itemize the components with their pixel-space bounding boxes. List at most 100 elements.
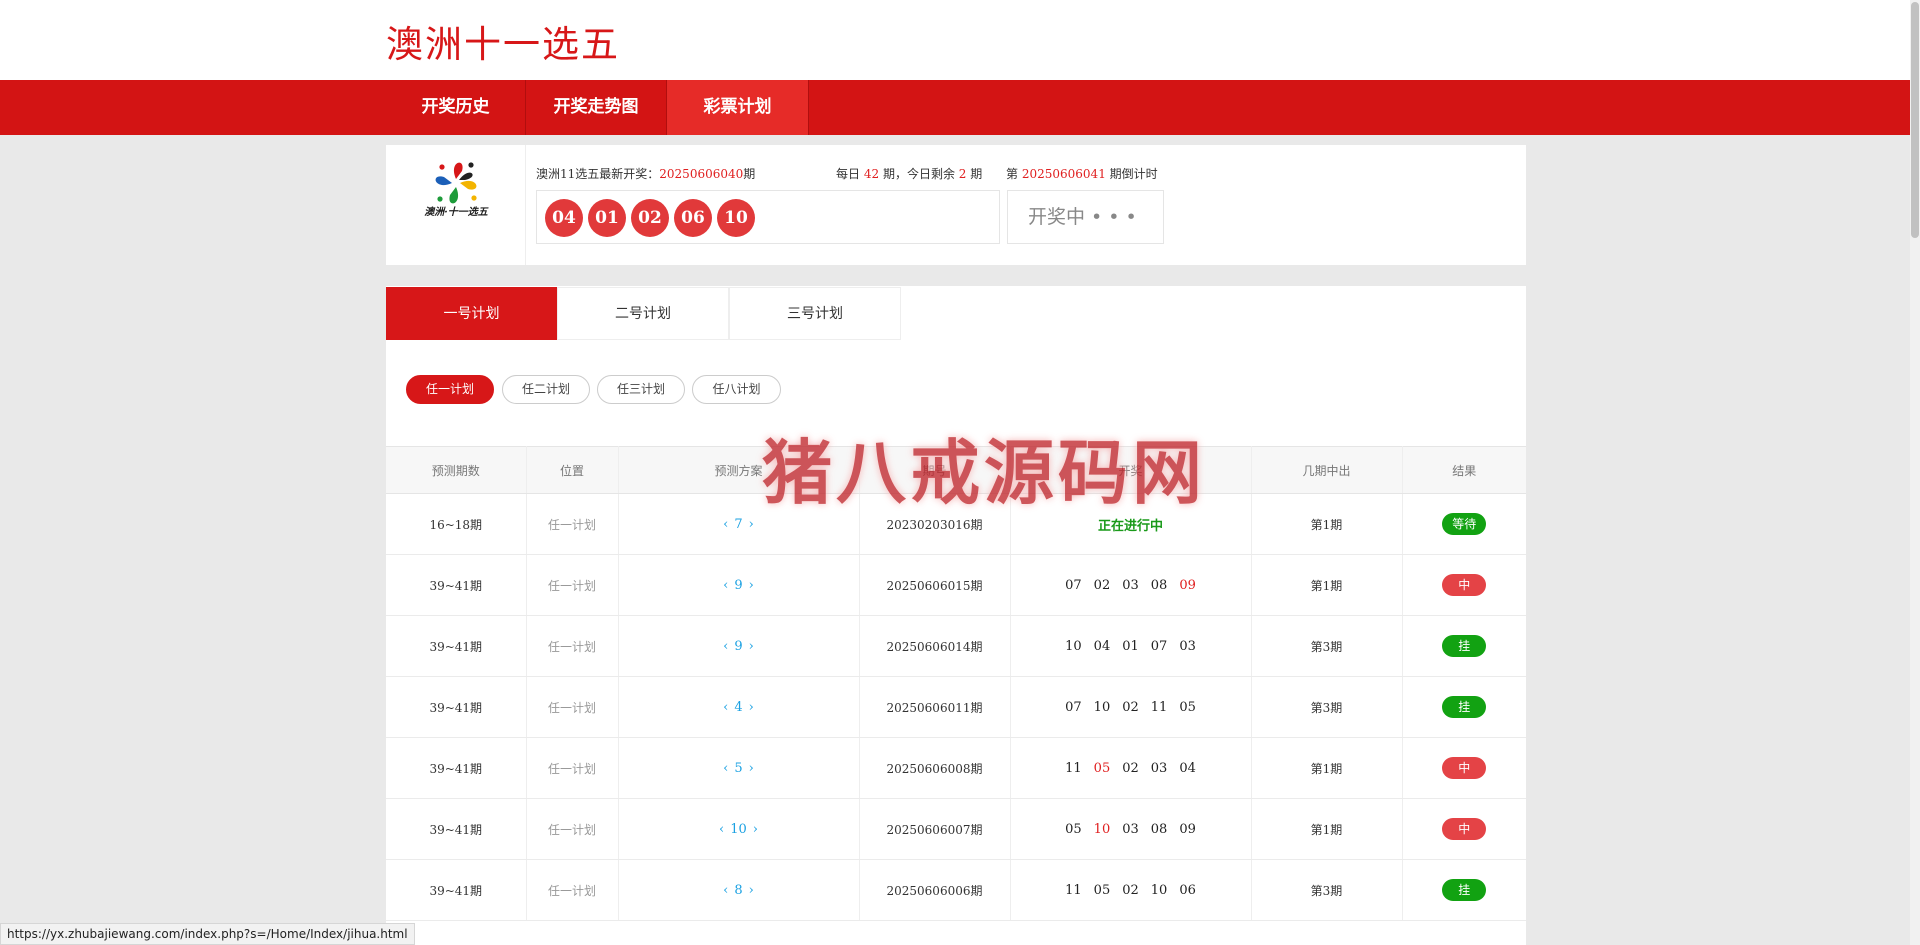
header-predict-range: 预测期数 [386, 446, 527, 494]
subtab-any-three[interactable]: 任三计划 [597, 375, 685, 404]
draw-number: 02 [1122, 699, 1139, 715]
prediction-cell: ‹ 4 › [618, 676, 860, 738]
subtab-any-one[interactable]: 任一计划 [406, 375, 494, 404]
draw-number: 09 [1179, 577, 1196, 593]
tab-plan-three[interactable]: 三号计划 [729, 287, 901, 340]
result-cell: 中 [1402, 798, 1526, 860]
header-hit-period: 几期中出 [1251, 446, 1403, 494]
chevron-left-icon: ‹ [723, 699, 729, 715]
main-nav: 开奖历史 开奖走势图 彩票计划 [0, 80, 1910, 135]
nav-item-trend-chart[interactable]: 开奖走势图 [526, 80, 667, 135]
prediction-cell: ‹ 9 › [618, 554, 860, 616]
draw-number: 06 [1179, 882, 1196, 898]
next-prefix: 第 [1006, 167, 1019, 181]
draw-number: 02 [1122, 760, 1139, 776]
draw-number: 11 [1065, 760, 1082, 776]
latest-draw-prefix: 澳洲11选五最新开奖： [536, 167, 660, 181]
predict-range-cell: 39~41期 [386, 615, 527, 677]
draw-numbers-cell: 07 02 03 08 09 [1010, 554, 1252, 616]
prediction-number: 10 [730, 821, 747, 837]
chevron-left-icon: ‹ [723, 638, 729, 654]
table-row: 39~41期 任一计划 ‹ 9 › 20250606015期 07 02 03 08 09 第1期 中 [386, 554, 1526, 616]
lottery-logo: 澳洲·十一选五 [386, 145, 526, 265]
draw-number: 03 [1150, 760, 1168, 776]
tab-plan-two[interactable]: 二号计划 [557, 287, 729, 340]
result-cell: 挂 [1402, 676, 1526, 738]
next-suffix: 期倒计时 [1109, 167, 1158, 181]
hit-period-cell: 第1期 [1251, 554, 1403, 616]
result-badge: 中 [1442, 757, 1487, 779]
chevron-left-icon: ‹ [719, 821, 725, 837]
draw-number: 07 [1065, 699, 1082, 715]
header-draw: 开奖 [1010, 446, 1252, 494]
prediction-number: 9 [734, 577, 743, 593]
chevron-left-icon: ‹ [723, 760, 729, 776]
issue-cell: 20250606008期 [859, 737, 1011, 799]
prediction-cell: ‹ 7 › [618, 493, 860, 555]
hit-period-cell: 第3期 [1251, 615, 1403, 677]
draw-number: 02 [1093, 577, 1111, 593]
chevron-left-icon: ‹ [723, 577, 729, 593]
issue-cell: 20250606007期 [859, 798, 1011, 860]
subtab-any-eight[interactable]: 任八计划 [692, 375, 781, 404]
prediction-cell: ‹ 8 › [618, 859, 860, 921]
daily-total: 42 [863, 167, 880, 181]
hit-period-cell: 第1期 [1251, 737, 1403, 799]
issue-cell: 20250606006期 [859, 859, 1011, 921]
draw-number: 02 [1122, 882, 1139, 898]
draw-number: 05 [1179, 699, 1196, 715]
daily-mid: 期，今日剩余 [882, 167, 955, 181]
vertical-scrollbar[interactable] [1910, 0, 1920, 945]
latest-draw-label: 澳洲11选五最新开奖：20250606040期 [536, 165, 755, 182]
nav-item-lottery-plan[interactable]: 彩票计划 [667, 80, 809, 135]
plan-panel: 一号计划 二号计划 三号计划 任一计划 任二计划 任三计划 任八计划 预测期数 … [386, 286, 1526, 945]
chevron-right-icon: › [748, 882, 754, 898]
position-cell: 任一计划 [526, 493, 619, 555]
site-title[interactable]: 澳洲十一选五 [386, 14, 620, 68]
draw-numbers-cell: 11 05 02 10 06 [1010, 859, 1252, 921]
table-row: 16~18期 任一计划 ‹ 7 › 20230203016期 正在进行中 第1期 等待 [386, 493, 1526, 555]
table-row: 39~41期 任一计划 ‹ 4 › 20250606011期 07 10 02 11 05 第3期 挂 [386, 676, 1526, 738]
draw-numbers-cell: 07 10 02 11 05 [1010, 676, 1252, 738]
plan-table: 预测期数 位置 预测方案 期号 开奖 几期中出 结果 16~18期 任一计划 ‹ 7 ›… [386, 446, 1526, 921]
draw-number: 07 [1150, 638, 1168, 654]
prediction-cell: ‹ 10 › [618, 798, 860, 860]
draw-number: 11 [1150, 699, 1168, 715]
draw-number: 10 [1093, 699, 1111, 715]
draw-number: 09 [1179, 821, 1196, 837]
draw-number: 10 [1065, 638, 1082, 654]
daily-remaining: 2 [958, 167, 967, 181]
table-row: 39~41期 任一计划 ‹ 8 › 20250606006期 11 05 02 10 06 第3期 挂 [386, 859, 1526, 921]
status-bar-url: https://yx.zhubajiewang.com/index.php?s=… [0, 923, 415, 945]
subtab-any-two[interactable]: 任二计划 [502, 375, 590, 404]
next-issue-number: 20250606041 [1021, 167, 1106, 181]
draw-number: 03 [1122, 577, 1139, 593]
prediction-number: 7 [734, 516, 743, 532]
scrollbar-thumb[interactable] [1911, 2, 1919, 238]
issue-cell: 20250606014期 [859, 615, 1011, 677]
prediction-cell: ‹ 9 › [618, 615, 860, 677]
position-cell: 任一计划 [526, 737, 619, 799]
position-cell: 任一计划 [526, 859, 619, 921]
nav-item-history[interactable]: 开奖历史 [386, 80, 526, 135]
result-cell: 挂 [1402, 859, 1526, 921]
header-issue: 期号 [859, 446, 1011, 494]
tab-plan-one[interactable]: 一号计划 [386, 287, 557, 340]
hit-period-cell: 第3期 [1251, 676, 1403, 738]
draw-numbers-cell: 正在进行中 [1010, 493, 1252, 555]
position-cell: 任一计划 [526, 615, 619, 677]
prediction-number: 8 [734, 882, 743, 898]
predict-range-cell: 39~41期 [386, 554, 527, 616]
winning-ball: 02 [631, 199, 669, 237]
result-badge: 挂 [1442, 635, 1487, 657]
draw-number: 05 [1093, 760, 1111, 776]
chevron-right-icon: › [748, 699, 754, 715]
winning-ball: 10 [717, 199, 755, 237]
draw-number: 04 [1179, 760, 1196, 776]
result-badge: 中 [1442, 574, 1487, 596]
chevron-right-icon: › [748, 516, 754, 532]
position-cell: 任一计划 [526, 798, 619, 860]
draw-number: 04 [1093, 638, 1111, 654]
table-header-row: 预测期数 位置 预测方案 期号 开奖 几期中出 结果 [386, 446, 1526, 494]
predict-range-cell: 39~41期 [386, 859, 527, 921]
